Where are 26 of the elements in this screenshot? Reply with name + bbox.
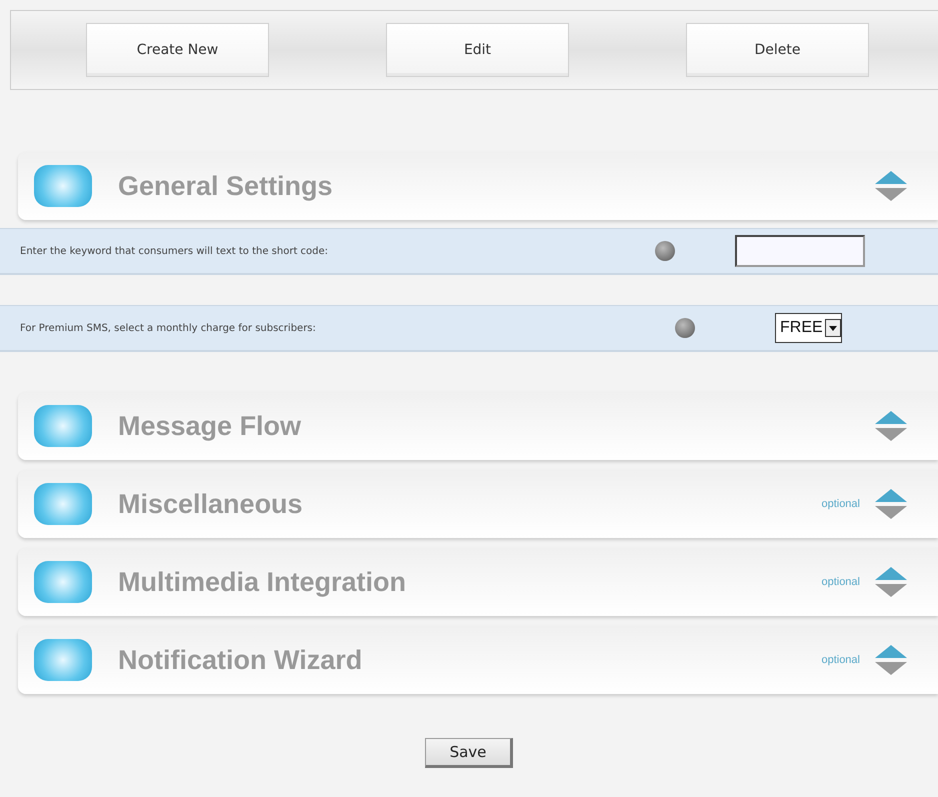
expand-collapse-icon[interactable]	[874, 565, 908, 599]
section-title: Miscellaneous	[118, 488, 304, 520]
toolbar-button[interactable]: Delete	[686, 23, 869, 77]
optional-label: optional	[821, 498, 860, 510]
orb-icon	[34, 165, 92, 207]
section-title: General Settings	[118, 170, 334, 202]
section-title: Multimedia Integration	[118, 566, 408, 598]
optional-label: optional	[821, 654, 860, 666]
field-label: For Premium SMS, select a monthly charge for subscribers:	[20, 322, 317, 334]
expand-collapse-icon[interactable]	[874, 169, 908, 203]
field-label: Enter the keyword that consumers will text to the short code:	[20, 246, 330, 256]
orb-icon	[34, 639, 92, 681]
expand-collapse-icon[interactable]	[874, 643, 908, 677]
orb-icon	[34, 561, 92, 603]
keyword-input[interactable]	[735, 235, 865, 267]
expand-collapse-icon[interactable]	[874, 409, 908, 443]
toolbar-button[interactable]: Edit	[386, 23, 569, 77]
optional-label: optional	[821, 576, 860, 588]
section-title: Notification Wizard	[118, 644, 364, 676]
section-title: Message Flow	[118, 410, 302, 442]
orb-icon	[34, 483, 92, 525]
expand-collapse-icon[interactable]	[874, 487, 908, 521]
orb-icon	[34, 405, 92, 447]
save-button[interactable]: Save	[425, 738, 513, 768]
charge-dropdown[interactable]: FREE	[775, 313, 842, 343]
toolbar-button[interactable]: Create New	[86, 23, 269, 77]
